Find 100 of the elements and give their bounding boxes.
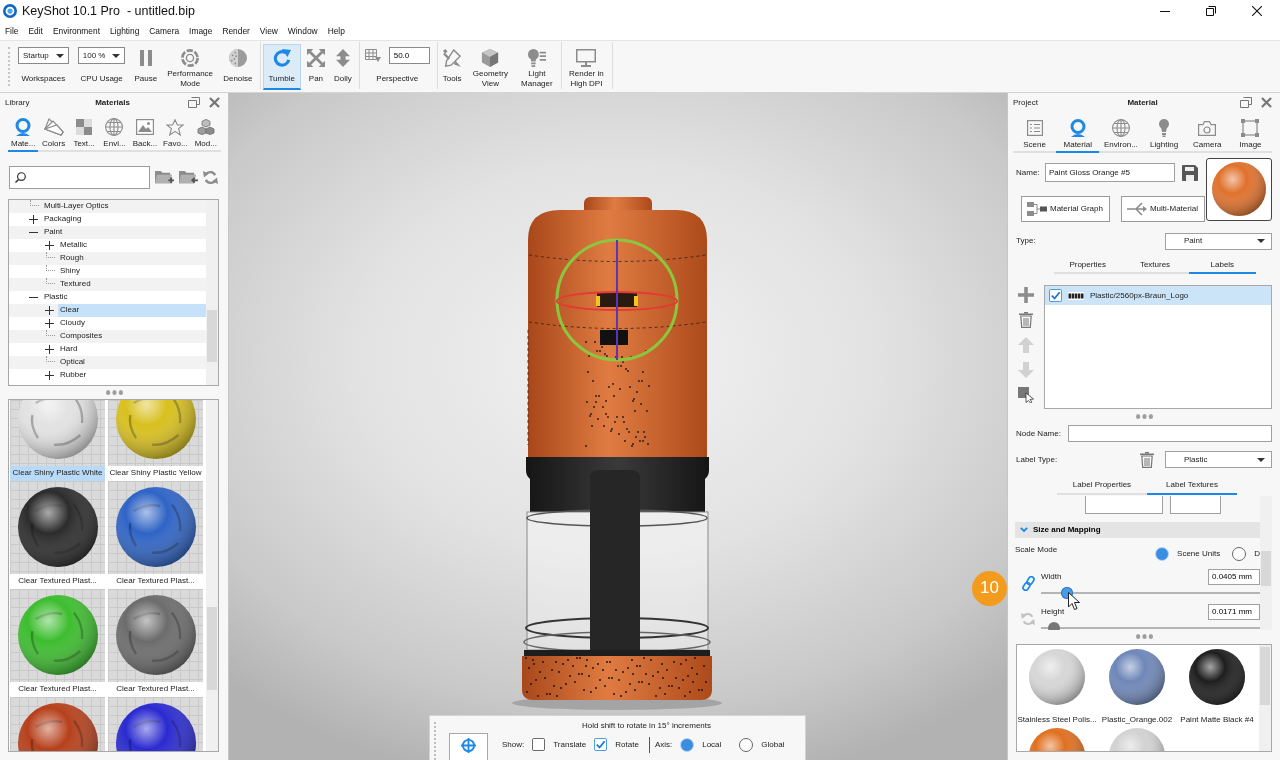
material-thumbnail[interactable] (10, 399, 105, 466)
material-thumbnail[interactable] (10, 480, 105, 574)
menu-item[interactable]: Help (322, 22, 350, 40)
grid-icon[interactable] (364, 49, 381, 62)
sub-tab[interactable]: Properties (1054, 258, 1122, 275)
material-name[interactable]: Clear Textured Plast... (10, 573, 105, 589)
library-tab[interactable]: Favo... (160, 116, 191, 152)
checkbox[interactable] (594, 738, 608, 752)
sub-tab[interactable]: Label Textures (1147, 479, 1237, 495)
project-tab[interactable]: Scene (1013, 117, 1057, 153)
library-tab[interactable]: Mod... (190, 116, 221, 152)
workspace-dropdown[interactable]: Startup (18, 47, 69, 64)
axis-option[interactable]: Global (739, 737, 785, 752)
material-thumbnail[interactable] (108, 480, 203, 574)
save-icon[interactable] (1182, 164, 1198, 181)
scrollbar-thumb[interactable] (1260, 646, 1270, 705)
render-high-dpi-button[interactable]: Render in High DPI (564, 44, 609, 90)
chain-link-icon[interactable] (1021, 576, 1035, 592)
label-type-dropdown[interactable]: Plastic (1165, 451, 1272, 469)
library-tab[interactable]: Envi... (99, 116, 130, 152)
trash-icon[interactable] (1140, 451, 1154, 468)
scale-mode-option[interactable]: D (1232, 546, 1260, 561)
menu-item[interactable]: Camera (144, 22, 185, 40)
restore-window-icon[interactable] (1240, 97, 1252, 108)
perspective-field[interactable]: 50.0 (388, 47, 430, 64)
expand-icon[interactable] (45, 370, 54, 380)
project-tab[interactable]: Material (1056, 117, 1100, 153)
radio-button[interactable] (739, 737, 754, 752)
sub-tab[interactable]: Textures (1121, 258, 1189, 275)
cpu-usage-dropdown[interactable]: 100 % (77, 47, 126, 64)
scale-mode-option[interactable]: Scene Units (1155, 546, 1221, 561)
label-checkbox[interactable] (1049, 289, 1062, 303)
material-name[interactable]: Stainless Steel Polis... (1017, 714, 1097, 725)
project-tab[interactable]: Camera (1185, 117, 1229, 153)
scrollbar[interactable] (1260, 495, 1272, 630)
node-name-field[interactable] (1067, 425, 1272, 443)
splitter-handle-icon[interactable] (1135, 413, 1153, 419)
tree-item[interactable]: Multi-Layer Optics (9, 199, 206, 213)
section-header[interactable]: Size and Mapping (1015, 521, 1260, 538)
menu-item[interactable]: View (254, 22, 283, 40)
menu-item[interactable]: Environment (47, 22, 105, 40)
material-thumbnail[interactable] (108, 588, 203, 682)
material-name[interactable]: Clear Shiny Plastic Yellow (108, 465, 203, 481)
library-tab[interactable]: Mate... (8, 116, 39, 152)
pan-button[interactable]: Pan (303, 44, 328, 90)
sub-tab[interactable]: Label Properties (1057, 479, 1147, 495)
sub-tab[interactable]: Labels (1188, 258, 1256, 275)
add-icon[interactable] (1018, 287, 1034, 304)
pause-button[interactable]: Pause (131, 44, 161, 90)
tile-cursor-icon[interactable] (1018, 387, 1034, 404)
expand-icon[interactable] (45, 318, 54, 328)
positioning-button[interactable] (449, 733, 488, 760)
library-tab[interactable]: Back... (129, 116, 161, 152)
trash-icon[interactable] (1019, 312, 1033, 329)
folder-arrow-icon[interactable] (179, 169, 198, 185)
show-option[interactable]: Translate (532, 738, 587, 752)
project-tab[interactable]: Lighting (1142, 117, 1186, 153)
menu-item[interactable]: Lighting (104, 22, 145, 40)
scrollbar-thumb[interactable] (207, 309, 217, 362)
material-name[interactable]: Clear Textured Plast... (10, 681, 105, 697)
expand-icon[interactable] (45, 240, 54, 250)
multi-material-button[interactable]: Multi-Material (1120, 195, 1205, 222)
axis-option[interactable]: Local (680, 737, 722, 752)
menu-item[interactable]: Edit (23, 22, 48, 40)
scrollbar[interactable] (1259, 644, 1271, 751)
expand-icon[interactable] (45, 344, 54, 354)
geometry-view-button[interactable]: Geometry View (467, 44, 514, 90)
slider-thumb[interactable] (1048, 621, 1061, 630)
material-name[interactable]: Paint Matte Black #4 (1180, 714, 1254, 725)
radio-button[interactable] (1232, 546, 1247, 561)
dimension-field[interactable]: 0.0171 mm (1208, 603, 1260, 620)
restore-icon[interactable] (1206, 6, 1216, 16)
denoise-button[interactable]: Denoise (220, 44, 256, 90)
material-graph-button[interactable]: Material Graph (1021, 195, 1110, 222)
expand-icon[interactable] (29, 214, 38, 224)
tumble-button[interactable]: Tumble (262, 44, 301, 90)
performance-mode-button[interactable]: Performance Mode (163, 44, 218, 90)
project-tab[interactable]: Image (1228, 117, 1273, 153)
material-thumbnail[interactable] (10, 588, 105, 682)
project-tab[interactable]: Environ... (1099, 117, 1143, 153)
folder-add-icon[interactable] (155, 169, 174, 185)
scrollbar[interactable] (206, 199, 218, 385)
close-icon[interactable] (1252, 6, 1262, 16)
search-field[interactable] (9, 165, 150, 189)
material-name[interactable]: Clear Textured Plast... (108, 681, 203, 697)
menu-item[interactable]: File (0, 22, 24, 40)
menu-item[interactable]: Image (184, 22, 218, 40)
tools-button[interactable]: Tools (439, 44, 465, 90)
material-thumbnail[interactable] (108, 399, 203, 466)
type-dropdown[interactable]: Paint (1165, 232, 1272, 250)
library-tab[interactable]: Colors (38, 116, 69, 152)
dimension-field[interactable]: 0.0405 mm (1208, 568, 1260, 585)
refresh-icon[interactable] (203, 169, 218, 185)
splitter-handle-icon[interactable] (1135, 634, 1153, 640)
menu-item[interactable]: Render (217, 22, 255, 40)
cut-off-button[interactable] (1085, 495, 1163, 514)
product-model-drawing[interactable] (522, 197, 712, 700)
expand-icon[interactable] (45, 305, 54, 315)
show-option[interactable]: Rotate (594, 738, 639, 752)
splitter-handle-icon[interactable] (105, 389, 123, 395)
